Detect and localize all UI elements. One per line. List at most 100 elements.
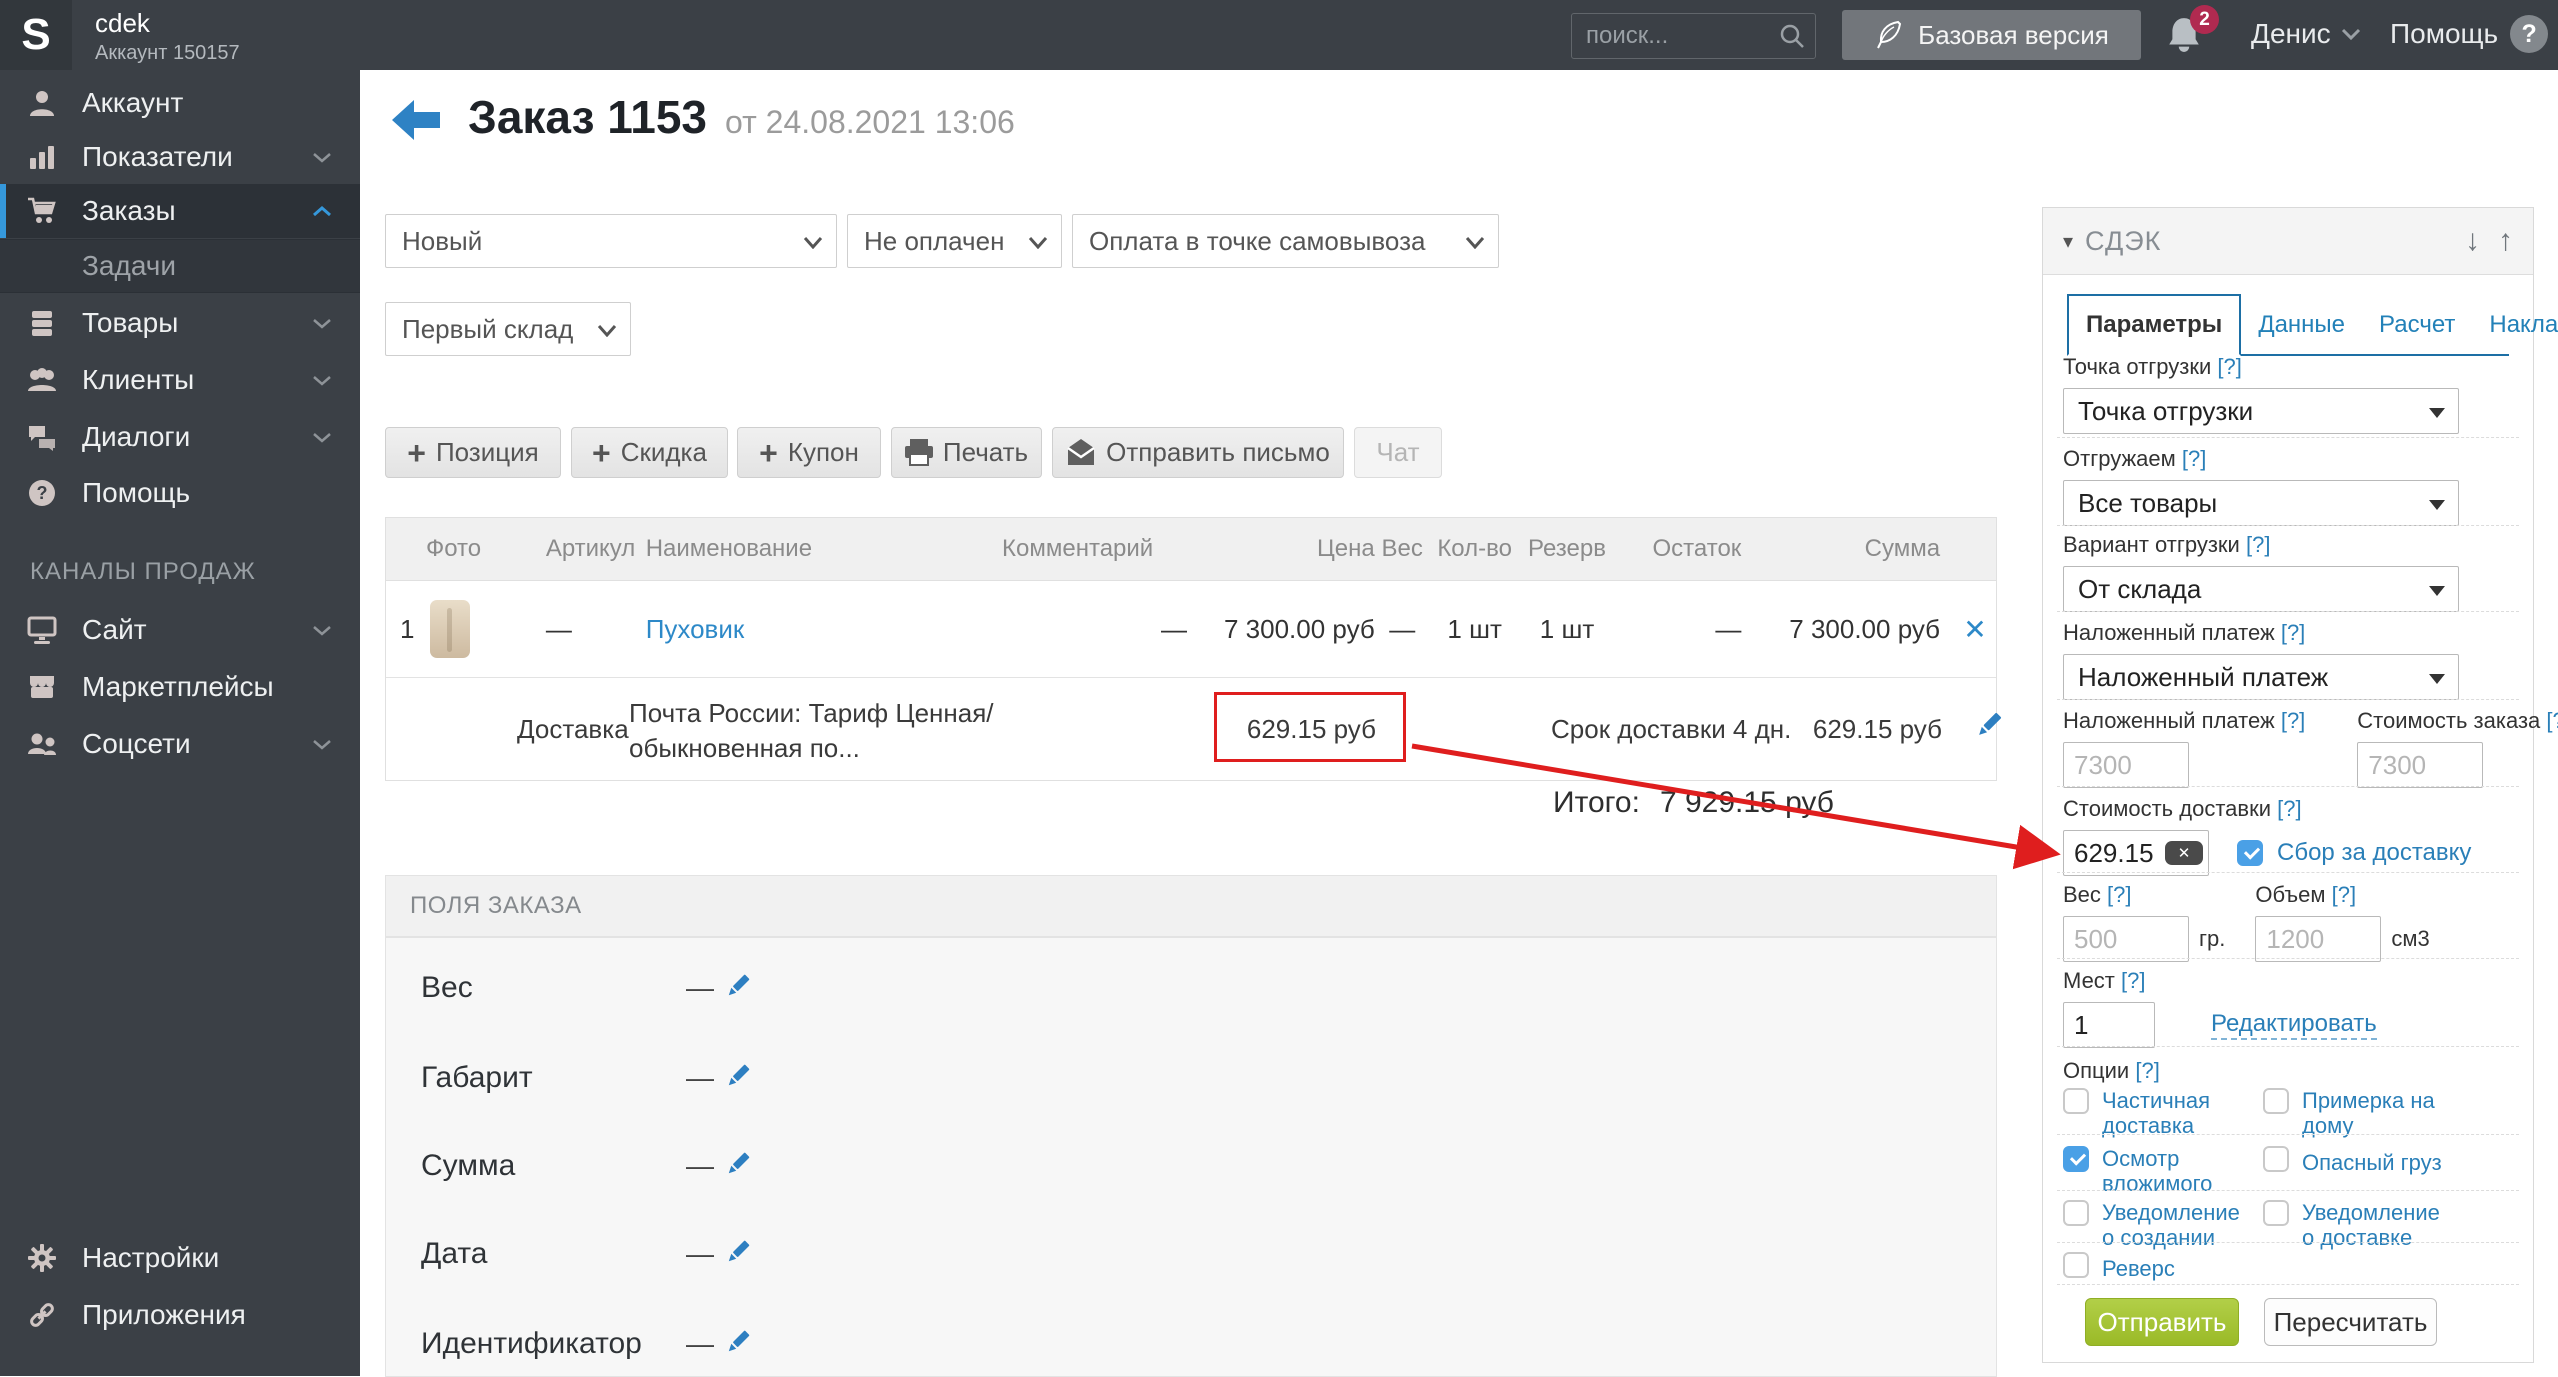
triangle-down-icon [2429, 674, 2445, 684]
help-menu[interactable]: Помощь ? [2390, 15, 2549, 53]
move-down-icon[interactable]: ↓ [2465, 224, 2480, 258]
version-button[interactable]: Базовая версия [1842, 10, 2141, 60]
print-button[interactable]: Печать [891, 427, 1042, 478]
option-reverse-checkbox[interactable] [2063, 1252, 2089, 1278]
chevron-down-icon [597, 325, 617, 337]
search-input[interactable] [1572, 22, 1779, 50]
help-marker[interactable]: [?] [2332, 882, 2356, 907]
payment-method-select[interactable]: Оплата в точке самовывоза [1072, 214, 1499, 268]
order-status-select[interactable]: Новый [385, 214, 837, 268]
plus-icon: + [759, 434, 778, 471]
cod-amount-input[interactable] [2063, 742, 2189, 788]
weight-input[interactable] [2063, 916, 2189, 962]
cod-select[interactable]: Наложенный платеж [2063, 654, 2459, 700]
global-search [1571, 13, 1816, 59]
option-dangerous-goods-checkbox[interactable] [2263, 1146, 2289, 1172]
clear-input-icon[interactable]: ✕ [2165, 841, 2203, 865]
option-inspect-contents-checkbox[interactable] [2063, 1146, 2089, 1172]
order-cost-input[interactable] [2357, 742, 2484, 788]
delete-icon[interactable]: ✕ [1963, 614, 1986, 645]
submit-button[interactable]: Отправить [2085, 1298, 2239, 1346]
sidebar-item-dialogs[interactable]: Диалоги [0, 410, 360, 464]
tab-parameters[interactable]: Параметры [2067, 294, 2242, 356]
sidebar-item-label: Приложения [82, 1299, 246, 1330]
edit-pencil-icon[interactable] [724, 1328, 752, 1361]
panel-header: ▾ СДЭК ↓ ↑ [2043, 208, 2533, 275]
payment-status-select[interactable]: Не оплачен [847, 214, 1062, 268]
sidebar-item-social[interactable]: Соцсети [0, 717, 360, 771]
panel-move-controls: ↓ ↑ [2465, 224, 2513, 258]
help-marker[interactable]: [?] [2135, 1058, 2159, 1083]
send-email-button[interactable]: Отправить письмо [1052, 427, 1344, 478]
help-marker[interactable]: [?] [2281, 620, 2305, 645]
group-weight-volume: Вес [?] гр. Объем [?] см3 [2063, 882, 2485, 962]
tab-calculation[interactable]: Расчет [2362, 296, 2472, 354]
sidebar-item-label: Товары [82, 307, 179, 338]
recalculate-button[interactable]: Пересчитать [2264, 1298, 2437, 1346]
cell-weight: — [1389, 613, 1416, 644]
help-marker[interactable]: [?] [2246, 532, 2270, 557]
sidebar-item-products[interactable]: Товары [0, 296, 360, 350]
option-label: Примерка на дому [2302, 1088, 2435, 1139]
sidebar-item-settings[interactable]: Настройки [0, 1231, 360, 1285]
option-creation-notification-checkbox[interactable] [2063, 1200, 2089, 1226]
product-photo[interactable] [429, 600, 470, 658]
field-row-weight: Вес — [421, 968, 752, 1008]
users-icon [26, 729, 58, 759]
sidebar-item-clients[interactable]: Клиенты [0, 353, 360, 407]
col-header-sum: Сумма [1864, 535, 1941, 562]
sidebar-item-apps[interactable]: Приложения [0, 1288, 360, 1342]
sidebar-item-tasks[interactable]: Задачи [0, 239, 360, 293]
help-marker[interactable]: [?] [2546, 708, 2558, 733]
edit-pencil-icon[interactable] [724, 1238, 752, 1271]
field-label: Вес [421, 971, 473, 1004]
field-label: Сумма [421, 1149, 516, 1182]
chat-button: Чат [1354, 427, 1442, 478]
option-home-fitting-checkbox[interactable] [2263, 1088, 2289, 1114]
edit-pencil-icon[interactable] [724, 1150, 752, 1183]
help-marker[interactable]: [?] [2121, 968, 2145, 993]
user-menu[interactable]: Денис [2251, 18, 2361, 50]
option-delivery-notification-checkbox[interactable] [2263, 1200, 2289, 1226]
help-marker[interactable]: [?] [2277, 796, 2301, 821]
collapse-caret-icon[interactable]: ▾ [2063, 229, 2073, 254]
tab-invoices[interactable]: Накладные [2472, 296, 2558, 354]
ship-variant-select[interactable]: От склада [2063, 566, 2459, 612]
sidebar-item-orders[interactable]: Заказы [0, 184, 360, 238]
warehouse-select[interactable]: Первый склад [385, 302, 631, 356]
tab-data[interactable]: Данные [2241, 296, 2362, 354]
chevron-down-icon [312, 625, 332, 636]
edit-pencil-icon[interactable] [1974, 710, 2004, 747]
add-discount-button[interactable]: + Скидка [571, 427, 728, 478]
col-header-qty: Кол-во [1437, 535, 1512, 562]
move-up-icon[interactable]: ↑ [2498, 224, 2513, 258]
sidebar-item-site[interactable]: Сайт [0, 603, 360, 657]
add-position-button[interactable]: + Позиция [385, 427, 561, 478]
sidebar-item-help[interactable]: ? Помощь [0, 466, 360, 520]
places-input[interactable] [2063, 1002, 2155, 1048]
add-coupon-button[interactable]: + Купон [737, 427, 881, 478]
option-partial-delivery-checkbox[interactable] [2063, 1088, 2089, 1114]
edit-pencil-icon[interactable] [724, 1062, 752, 1095]
sidebar-item-marketplaces[interactable]: Маркетплейсы [0, 660, 360, 714]
app-logo[interactable]: S [0, 0, 72, 70]
sidebar-item-metrics[interactable]: Показатели [0, 130, 360, 184]
option-label: Осмотр вложимого [2102, 1146, 2213, 1197]
edit-pencil-icon[interactable] [724, 972, 752, 1005]
options-row-1: Частичная доставка Примерка на дому [2063, 1088, 2485, 1139]
back-button[interactable] [392, 100, 440, 145]
help-marker[interactable]: [?] [2281, 708, 2305, 733]
help-marker[interactable]: [?] [2182, 446, 2206, 471]
volume-input[interactable] [2255, 916, 2382, 962]
delivery-fee-checkbox[interactable] [2237, 840, 2263, 866]
ship-what-select[interactable]: Все товары [2063, 480, 2459, 526]
notifications-button[interactable]: 2 [2166, 5, 2219, 59]
shipping-point-select[interactable]: Точка отгрузки [2063, 388, 2459, 434]
product-link[interactable]: Пуховик [646, 614, 745, 644]
edit-places-link[interactable]: Редактировать [2211, 1010, 2377, 1040]
sidebar-item-account[interactable]: Аккаунт [0, 76, 360, 130]
total-label: Итого: [1553, 786, 1640, 819]
help-marker[interactable]: [?] [2107, 882, 2131, 907]
help-marker[interactable]: [?] [2217, 354, 2241, 379]
group-places: Мест [?] Редактировать [2063, 968, 2485, 1048]
